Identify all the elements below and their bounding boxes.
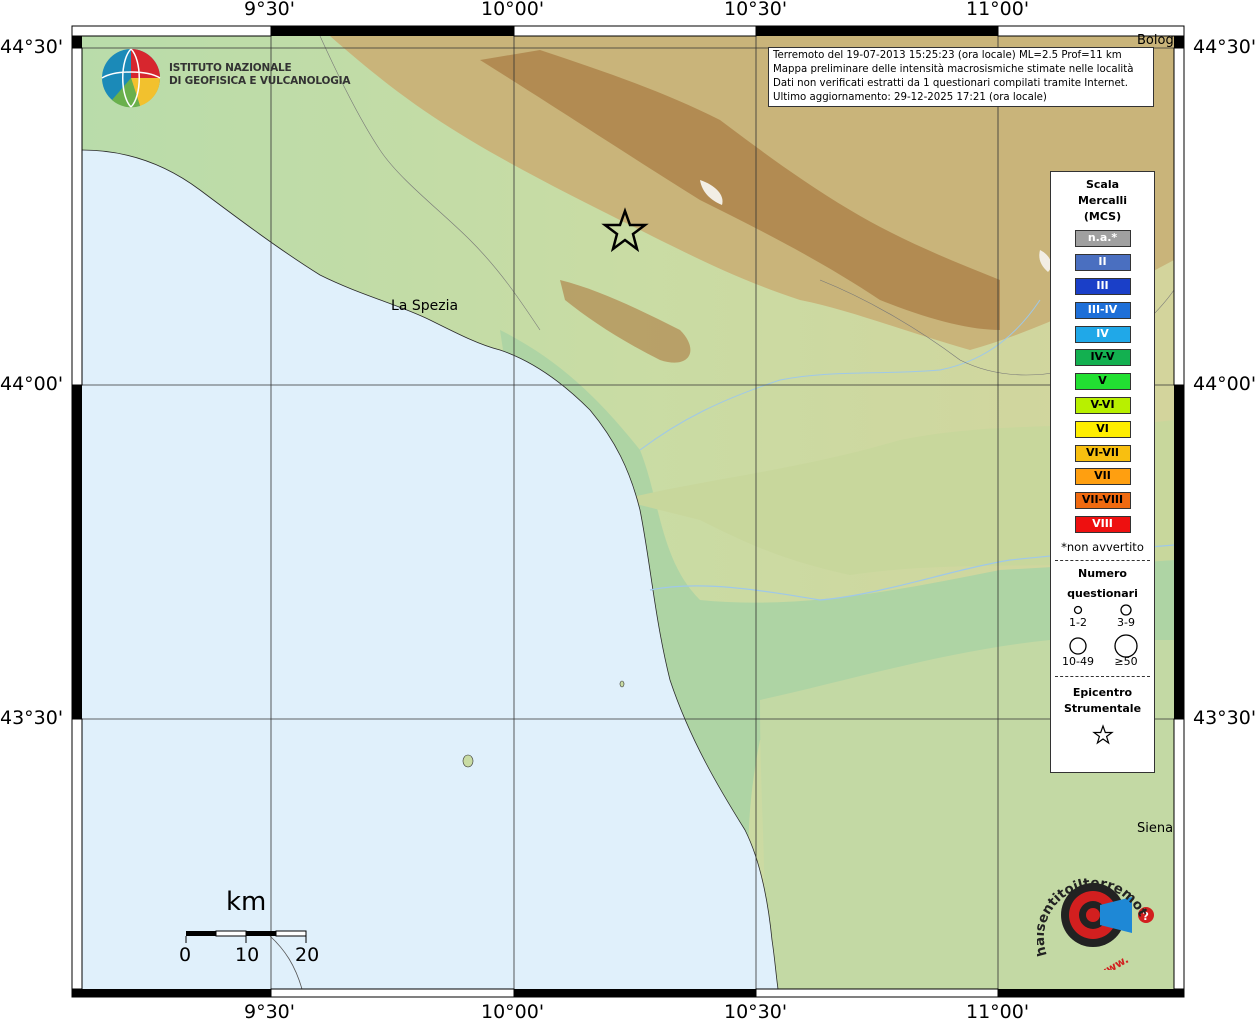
legend-divider <box>1055 560 1150 562</box>
questionnaires-title: Numero questionari <box>1051 564 1154 604</box>
intensity-swatch: II <box>1074 254 1131 272</box>
intensity-swatch-row: III <box>1051 275 1154 299</box>
legend-title-line: Scala <box>1085 178 1120 191</box>
ingv-globe-icon <box>101 48 161 108</box>
lon-label-bottom: 9°30' <box>244 1001 295 1023</box>
lon-label-top: 10°00' <box>481 0 545 20</box>
event-info-line: Ultimo aggiornamento: 29-12-2025 17:21 (… <box>773 92 1047 103</box>
legend-title-line: (MCS) <box>1083 210 1122 223</box>
gorgona-island <box>462 754 474 768</box>
legend-title-line: questionari <box>1067 587 1138 601</box>
place-la-spezia: La Spezia <box>391 298 459 314</box>
not-felt-note: *non avvertito <box>1061 540 1144 555</box>
mcs-legend: Scala Mercalli (MCS) n.a.* II III III-IV IV I… <box>1050 171 1155 773</box>
intensity-swatch: VII <box>1074 468 1131 486</box>
institute-name: ISTITUTO NAZIONALE DI GEOFISICA E VULCAN… <box>169 62 350 88</box>
legend-title: Scala Mercalli (MCS) <box>1051 177 1154 225</box>
scale-tick-label: 0 <box>179 944 192 966</box>
lat-label-right: 43°30' <box>1193 707 1255 729</box>
lon-label-top: 11°00' <box>966 0 1030 20</box>
brand-url: www. <box>1095 953 1131 970</box>
legend-title-line: Mercalli <box>1077 194 1128 207</box>
lon-label-top: 10°30' <box>724 0 788 20</box>
event-info-box: Terremoto del 19-07-2013 15:25:23 (ora l… <box>768 47 1154 107</box>
islet <box>619 680 625 688</box>
intensity-swatch-row: VII <box>1051 465 1154 489</box>
lat-label-right: 44°00' <box>1193 373 1255 395</box>
intensity-swatch-list: n.a.* II III III-IV IV IV-V V V-VI VI VI-VII VII VI… <box>1051 227 1154 536</box>
lon-label-bottom: 10°00' <box>481 1001 545 1023</box>
size-label: ≥50 <box>1114 655 1138 669</box>
event-info-line: Mappa preliminare delle intensità macros… <box>773 64 1134 75</box>
institute-line-1: ISTITUTO NAZIONALE <box>169 62 292 74</box>
intensity-swatch: VI-VII <box>1074 444 1131 462</box>
lat-label-right: 44°30' <box>1193 36 1255 58</box>
intensity-swatch-row: VI <box>1051 417 1154 441</box>
epicenter-legend-star-icon <box>1091 724 1114 745</box>
lon-label-bottom: 11°00' <box>966 1001 1030 1023</box>
intensity-swatch-row: IV <box>1051 322 1154 346</box>
intensity-swatch-row: n.a.* <box>1051 227 1154 251</box>
intensity-swatch: V <box>1074 373 1131 391</box>
intensity-swatch-row: II <box>1051 251 1154 275</box>
place-siena: Siena <box>1137 821 1174 836</box>
intensity-swatch-row: IV-V <box>1051 346 1154 370</box>
lon-label-bottom: 10°30' <box>724 1001 788 1023</box>
event-info-line: Terremoto del 19-07-2013 15:25:23 (ora l… <box>773 50 1122 61</box>
size-label: 3-9 <box>1117 616 1135 630</box>
lon-label-top: 9°30' <box>244 0 295 20</box>
legend-title-line: Epicentro <box>1072 686 1133 700</box>
intensity-swatch: VI <box>1074 420 1131 438</box>
intensity-swatch: V-VI <box>1074 396 1131 414</box>
intensity-swatch-row: VI-VII <box>1051 441 1154 465</box>
epicenter-title: Epicentro Strumentale <box>1051 685 1154 717</box>
legend-title-line: Strumentale <box>1063 702 1142 716</box>
intensity-swatch: VII-VIII <box>1074 492 1131 510</box>
size-circle-icon <box>1073 606 1083 615</box>
event-info-line: Dati non verificati estratti da 1 questi… <box>773 78 1128 89</box>
lat-label-left: 44°30' <box>0 36 64 58</box>
questionnaire-size-key: 1-2 3-9 10-49 ≥50 <box>1051 604 1154 670</box>
intensity-swatch: IV-V <box>1074 349 1131 367</box>
legend-divider <box>1055 676 1150 678</box>
size-circle-icon <box>1069 637 1087 656</box>
size-label: 10-49 <box>1062 655 1094 669</box>
scale-tick-label: 10 <box>235 944 260 966</box>
intensity-swatch: III-IV <box>1074 301 1131 319</box>
place-bologna: Bolog <box>1137 33 1174 48</box>
intensity-swatch: VIII <box>1074 515 1131 533</box>
legend-title-line: Numero <box>1078 567 1127 581</box>
lat-label-left: 44°00' <box>0 373 64 395</box>
brand-name: haisentitoilterremoto.it <box>1032 848 1151 958</box>
institute-line-2: DI GEOFISICA E VULCANOLOGIA <box>169 75 351 87</box>
scale-tick-label: 20 <box>295 944 320 966</box>
intensity-swatch-row: V <box>1051 370 1154 394</box>
intensity-swatch: IV <box>1074 325 1131 343</box>
intensity-swatch: III <box>1074 277 1131 295</box>
lat-label-left: 43°30' <box>0 707 64 729</box>
size-circle-icon <box>1120 604 1132 617</box>
intensity-swatch-row: VIII <box>1051 513 1154 537</box>
size-label: 1-2 <box>1069 616 1087 630</box>
intensity-swatch-row: VII-VIII <box>1051 489 1154 513</box>
svg-text:haisentitoilterremoto.it: haisentitoilterremoto.it <box>1037 860 1149 958</box>
intensity-swatch: n.a.* <box>1074 230 1131 248</box>
size-circle-icon <box>1114 634 1138 659</box>
scale-unit: km <box>226 887 267 917</box>
intensity-swatch-row: III-IV <box>1051 298 1154 322</box>
intensity-swatch-row: V-VI <box>1051 394 1154 418</box>
brand-text[interactable]: haisentitoilterremoto.it www. <box>1032 848 1151 981</box>
